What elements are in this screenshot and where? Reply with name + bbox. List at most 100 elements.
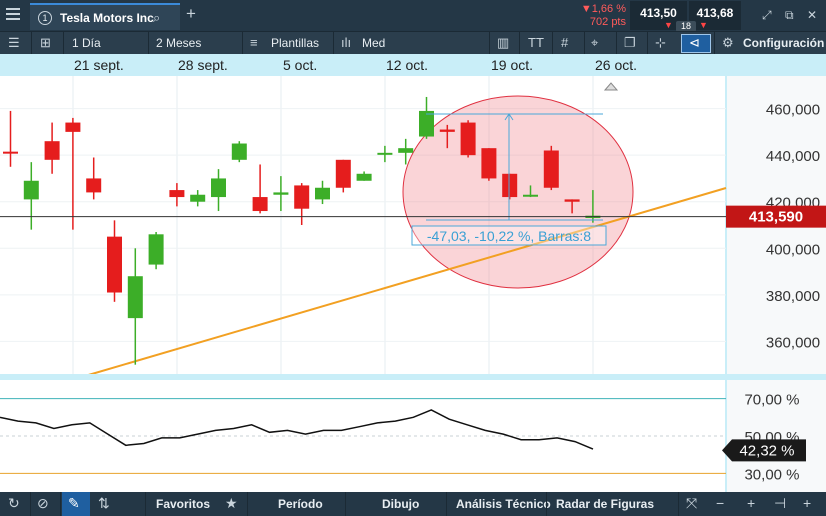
templates-button[interactable]: Plantillas: [271, 36, 319, 50]
date-axis: 21 sept. 28 sept. 5 oct. 12 oct. 19 oct.…: [0, 54, 826, 76]
price-chart[interactable]: 460,000440,000420,000400,000380,000360,0…: [0, 76, 826, 492]
tag-icon[interactable]: ⊲: [689, 35, 700, 51]
candlestick-icon[interactable]: ılı: [341, 35, 351, 50]
highlight-ellipse[interactable]: [402, 95, 634, 289]
panel-divider[interactable]: [0, 374, 826, 380]
candle-body: [65, 122, 81, 132]
candle-body: [377, 152, 393, 155]
candle-body: [86, 178, 102, 193]
candle-body: [107, 236, 122, 293]
candle-body: [460, 122, 476, 156]
price-change: ▼1,66 % 702 pts: [568, 3, 626, 29]
candle[interactable]: [543, 145, 559, 191]
sort-icon[interactable]: ⇅: [98, 495, 110, 512]
block-icon[interactable]: ⊘: [37, 495, 49, 512]
candle[interactable]: [481, 148, 497, 181]
candle-body: [273, 192, 289, 195]
top-bar: 1 Tesla Motors Inc ⌕ + ▼1,66 % 702 pts 4…: [0, 0, 826, 32]
crosshair-icon[interactable]: ⌖: [591, 35, 598, 51]
candle-body: [190, 194, 206, 202]
text-size-icon[interactable]: TT: [528, 35, 544, 50]
change-percent: ▼1,66 %: [580, 3, 626, 15]
candle[interactable]: [148, 231, 164, 270]
candle[interactable]: [335, 159, 351, 193]
price-tick-label: 440,000: [766, 148, 820, 165]
period-button[interactable]: Período: [278, 497, 323, 511]
favorites-button[interactable]: Favoritos: [156, 497, 210, 511]
detach-window-icon[interactable]: ⧉: [785, 8, 794, 23]
tab-number: 1: [38, 11, 52, 25]
date-label: 26 oct.: [595, 57, 638, 73]
current-price-tag: 413,590: [726, 205, 826, 228]
menu-icon[interactable]: [6, 8, 20, 22]
drawing-button[interactable]: Dibujo: [382, 497, 419, 511]
instrument-tab[interactable]: 1 Tesla Motors Inc ⌕: [30, 3, 180, 30]
bid-arrow-icon: ▼: [664, 20, 673, 30]
gear-icon[interactable]: ⚙: [722, 35, 734, 51]
templates-icon[interactable]: ≡: [250, 35, 258, 50]
candle-body: [3, 151, 18, 154]
candle-body: [523, 194, 538, 197]
candle-body: [315, 187, 330, 200]
instrument-title: Tesla Motors Inc: [60, 11, 154, 25]
price-tick-label: 380,000: [766, 288, 820, 305]
candle-body: [169, 190, 185, 198]
date-label: 21 sept.: [74, 57, 124, 73]
refresh-icon[interactable]: ↻: [8, 495, 20, 512]
windows-icon[interactable]: ❐: [624, 35, 636, 51]
date-label: 28 sept.: [178, 57, 228, 73]
current-price-label: 413,590: [749, 209, 803, 226]
candle-body: [252, 197, 268, 212]
change-points: 702 pts: [589, 16, 626, 28]
indicators-icon[interactable]: ▥: [497, 35, 509, 51]
candle-body: [356, 173, 372, 181]
chart-toolbar: ☰ ⊞ 1 Día 2 Meses ≡ Plantillas ılı Med ▥…: [0, 31, 826, 55]
fullscreen-icon[interactable]: ⤢: [762, 8, 772, 23]
indicator-tick-label: 70,00 %: [744, 392, 799, 409]
candle-body: [231, 143, 247, 160]
search-icon[interactable]: ⌕: [153, 10, 160, 26]
candle-body: [211, 178, 226, 198]
zoom-fit-icon[interactable]: ⤧: [686, 495, 697, 512]
candle-body: [127, 276, 143, 319]
period-selector[interactable]: 2 Meses: [156, 36, 201, 50]
candle-body: [481, 148, 497, 179]
measurement-label: -47,03, -10,22 %, Barras:8: [427, 228, 591, 244]
star-icon[interactable]: ★: [225, 495, 238, 512]
candle-body: [439, 129, 455, 132]
candle[interactable]: [231, 141, 247, 163]
zoom-in-icon[interactable]: +: [747, 495, 755, 511]
widen-icon[interactable]: +: [803, 495, 811, 511]
candle[interactable]: [502, 173, 518, 200]
cursor-icon[interactable]: ⊹: [655, 35, 666, 51]
ask-price-button[interactable]: 413,68: [689, 1, 741, 30]
candle[interactable]: [460, 120, 476, 158]
indicator-tick-label: 30,00 %: [744, 466, 799, 483]
candle-body: [564, 199, 580, 202]
chart-type-button[interactable]: Med: [362, 36, 385, 50]
close-icon[interactable]: ✕: [807, 8, 817, 22]
candle-body: [148, 234, 164, 265]
pencil-icon[interactable]: ✎: [68, 495, 80, 512]
interval-selector[interactable]: 1 Día: [72, 36, 101, 50]
zoom-out-icon[interactable]: −: [716, 495, 724, 511]
add-tab-icon[interactable]: +: [186, 5, 196, 23]
date-label: 5 oct.: [283, 57, 318, 73]
bottom-bar: ↻ ⊘ ✎ ⇅ Favoritos ★ Período Dibujo Análi…: [0, 492, 826, 516]
candle-body: [44, 141, 60, 160]
narrow-icon[interactable]: ⊣: [774, 495, 786, 512]
pattern-radar-button[interactable]: Radar de Figuras: [556, 497, 654, 511]
grid-icon[interactable]: #: [561, 35, 568, 50]
technical-analysis-button[interactable]: Análisis Técnico: [456, 497, 551, 511]
price-tick-label: 460,000: [766, 102, 820, 119]
settings-button[interactable]: Configuración: [743, 36, 824, 50]
indicator-value-label: 42,32 %: [739, 442, 794, 459]
candle-body: [335, 159, 351, 188]
price-tick-label: 400,000: [766, 241, 820, 258]
layout-grid-icon[interactable]: ⊞: [40, 35, 51, 51]
list-icon[interactable]: ☰: [8, 35, 20, 51]
indicator-axis: 70,00 %50,00 %30,00 %: [744, 392, 799, 484]
date-label: 19 oct.: [491, 57, 534, 73]
candle-body: [23, 180, 39, 200]
candle-body: [419, 110, 434, 137]
